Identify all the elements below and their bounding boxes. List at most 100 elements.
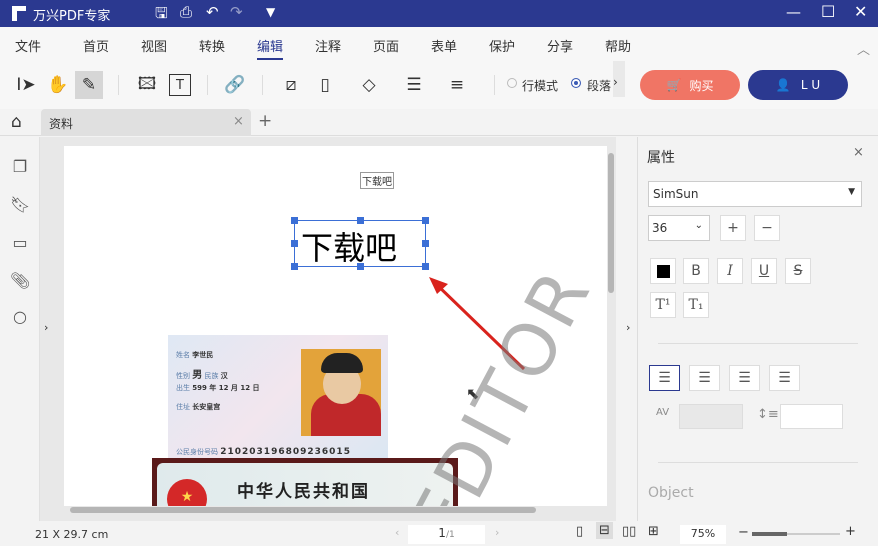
italic-button[interactable]: I: [717, 258, 743, 284]
resize-handle[interactable]: [422, 263, 429, 270]
header-footer-icon[interactable]: ☰: [400, 71, 428, 99]
cart-icon: 🛒: [666, 78, 682, 92]
tab-document[interactable]: 资料 ×: [41, 109, 251, 136]
line-mode-radio[interactable]: [507, 78, 517, 88]
zoom-level-input[interactable]: 75%: [680, 525, 726, 544]
char-spacing-input[interactable]: [679, 404, 743, 429]
superscript-button[interactable]: T¹: [650, 292, 676, 318]
crop-icon[interactable]: ⧄: [277, 71, 305, 99]
expand-sidebar-icon[interactable]: ›: [44, 321, 48, 334]
redo-icon[interactable]: ↷: [230, 3, 243, 21]
resize-handle[interactable]: [422, 217, 429, 224]
menu-file[interactable]: 文件: [15, 36, 41, 55]
font-family-select[interactable]: SimSun ▼: [648, 181, 862, 207]
small-text-box[interactable]: 下载吧: [360, 172, 394, 189]
collapse-ribbon-icon[interactable]: ︿: [857, 39, 870, 58]
font-size-value: 36: [652, 221, 668, 235]
expand-panel-icon[interactable]: ›: [626, 321, 630, 334]
add-text-icon[interactable]: T: [169, 74, 191, 96]
id-value: 210203196809236015: [220, 447, 351, 457]
birth-value: 599 年 12 月 12 日: [192, 384, 260, 392]
resize-handle[interactable]: [357, 263, 364, 270]
background-icon[interactable]: ◇: [355, 71, 383, 99]
zoom-out-button[interactable]: −: [738, 525, 749, 540]
sex-label: 性别: [176, 372, 190, 380]
undo-icon[interactable]: ↶: [206, 3, 219, 21]
hand-tool-icon[interactable]: ✋: [44, 71, 72, 99]
add-image-icon[interactable]: 🖾: [133, 71, 161, 99]
print-icon[interactable]: ⎙: [180, 3, 192, 21]
text-color-button[interactable]: [650, 258, 676, 284]
align-center-button[interactable]: ☰: [689, 365, 720, 391]
panel-close-icon[interactable]: ×: [853, 145, 864, 160]
menu-edit[interactable]: 编辑: [257, 36, 284, 60]
edit-toolbar: I➤ ✋ ✎ 🖾 T 🔗 ⧄ ▯ ◇ ☰ ≡ 行模式 段落 › 🛒 购买 👤 L U: [0, 61, 878, 109]
quick-access-dropdown-icon[interactable]: ▼: [266, 5, 275, 19]
select-text-tool-icon[interactable]: I➤: [12, 71, 40, 99]
horizontal-scrollbar[interactable]: [70, 507, 536, 513]
buy-label: 购买: [689, 78, 714, 93]
maximize-button[interactable]: ☐: [821, 2, 835, 21]
close-window-button[interactable]: ✕: [854, 2, 867, 21]
menu-view[interactable]: 视图: [141, 36, 167, 55]
align-right-button[interactable]: ☰: [729, 365, 760, 391]
thumbnails-icon[interactable]: ❐: [10, 157, 30, 177]
menu-page[interactable]: 页面: [373, 36, 399, 55]
resize-handle[interactable]: [422, 240, 429, 247]
bold-button[interactable]: B: [683, 258, 709, 284]
resize-handle[interactable]: [291, 263, 298, 270]
zoom-in-button[interactable]: +: [845, 524, 856, 539]
zoom-slider[interactable]: [752, 532, 840, 536]
resize-handle[interactable]: [291, 217, 298, 224]
strikethrough-button[interactable]: S: [785, 258, 811, 284]
menu-help[interactable]: 帮助: [605, 36, 631, 55]
title-bar: 万兴PDF专家 🖫 ⎙ ↶ ↷ ▼ — ☐ ✕: [0, 0, 878, 27]
next-page-icon[interactable]: ›: [495, 526, 499, 539]
toolbar-more-icon[interactable]: ›: [613, 61, 625, 97]
home-icon[interactable]: ⌂: [11, 112, 22, 132]
tab-close-icon[interactable]: ×: [233, 114, 244, 129]
selected-text-box[interactable]: 下载吧: [291, 217, 429, 270]
subscript-button[interactable]: T₁: [683, 292, 709, 318]
font-size-select[interactable]: 36 ⌄: [648, 215, 710, 241]
left-sidebar: ❐ 🔖︎ ▭ 📎︎ ○ ›: [0, 137, 48, 521]
user-account-button[interactable]: 👤 L U: [748, 70, 848, 100]
resize-handle[interactable]: [291, 240, 298, 247]
underline-button[interactable]: U: [751, 258, 777, 284]
single-page-view-icon[interactable]: ▯: [576, 524, 583, 539]
line-spacing-input[interactable]: [780, 404, 843, 429]
minimize-button[interactable]: —: [786, 3, 801, 21]
buy-button[interactable]: 🛒 购买: [640, 70, 740, 100]
two-page-view-icon[interactable]: ▯▯: [622, 524, 636, 539]
edit-tool-icon[interactable]: ✎: [75, 71, 103, 99]
attachment-icon[interactable]: 📎︎: [10, 271, 30, 291]
menu-share[interactable]: 分享: [547, 36, 573, 55]
grid-view-icon[interactable]: ⊞: [648, 524, 659, 539]
watermark-icon[interactable]: ▯: [311, 71, 339, 99]
menu-form[interactable]: 表单: [431, 36, 457, 55]
menu-home[interactable]: 首页: [83, 36, 109, 55]
resize-handle[interactable]: [357, 217, 364, 224]
prev-page-icon[interactable]: ‹: [395, 526, 399, 539]
menu-protect[interactable]: 保护: [489, 36, 515, 55]
link-icon[interactable]: 🔗: [221, 71, 249, 99]
align-left-button[interactable]: ☰: [649, 365, 680, 391]
increase-font-button[interactable]: +: [720, 215, 746, 241]
paragraph-mode-radio[interactable]: [571, 78, 581, 88]
save-icon[interactable]: 🖫: [155, 3, 168, 28]
new-tab-button[interactable]: +: [258, 111, 272, 131]
page-number-input[interactable]: 1/1: [408, 525, 485, 544]
user-label: L U: [800, 78, 821, 92]
justify-button[interactable]: ☰: [769, 365, 800, 391]
vertical-scrollbar[interactable]: [608, 153, 614, 293]
menu-convert[interactable]: 转换: [199, 36, 225, 55]
id-card-front: 姓名 李世民 性别 男 民族 汉 出生 599 年 12 月 12 日 住址 长…: [168, 335, 388, 460]
menu-comment[interactable]: 注释: [315, 36, 341, 55]
decrease-font-button[interactable]: −: [754, 215, 780, 241]
pdf-page: 下载吧 下载吧 ⬉ 姓名 李世民 性别 男 民族 汉 出生 599 年 12 月…: [64, 146, 607, 506]
bookmark-icon[interactable]: 🔖︎: [10, 195, 30, 215]
search-icon[interactable]: ○: [10, 307, 30, 327]
comment-icon[interactable]: ▭: [10, 233, 30, 253]
bates-number-icon[interactable]: ≡: [443, 71, 471, 99]
continuous-view-icon[interactable]: ⊟: [596, 522, 613, 539]
